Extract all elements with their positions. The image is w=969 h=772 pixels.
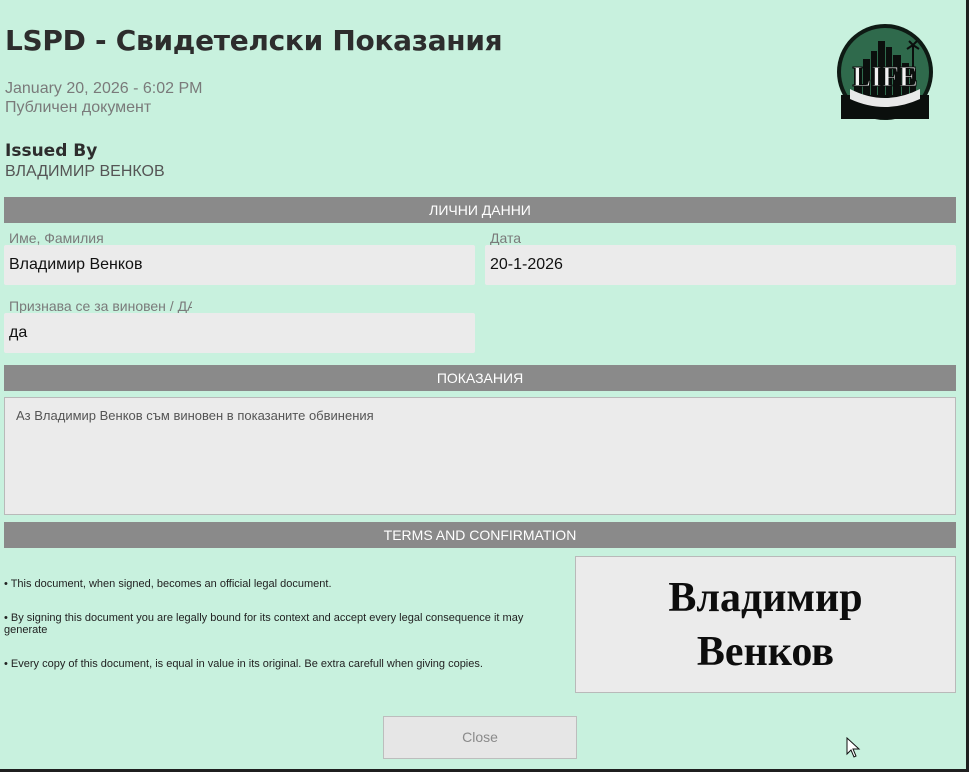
date-field[interactable]: 20-1-2026 — [485, 245, 956, 285]
name-field-label: Име, Фамилия — [9, 230, 104, 246]
guilty-field-label: Признава се за виновен / ДА — [9, 298, 192, 314]
section-header-terms: TERMS AND CONFIRMATION — [4, 522, 956, 548]
witness-statement-document: LSPD - Свидетелски Показания January 20,… — [0, 0, 969, 772]
terms-list: • This document, when signed, becomes an… — [4, 578, 559, 692]
close-button[interactable]: Close — [383, 716, 577, 759]
signature-box[interactable]: Владимир Венков — [575, 556, 956, 693]
date-field-label: Дата — [490, 230, 522, 246]
section-header-personal: ЛИЧНИ ДАННИ — [4, 197, 956, 223]
terms-item: • Every copy of this document, is equal … — [4, 658, 483, 670]
terms-item: • By signing this document you are legal… — [4, 612, 524, 636]
terms-item: • This document, when signed, becomes an… — [4, 578, 332, 590]
section-header-testimony: ПОКАЗАНИЯ — [4, 365, 956, 391]
signature-text: Владимир Венков — [668, 574, 863, 675]
guilty-field[interactable]: да — [4, 313, 475, 353]
name-field[interactable]: Владимир Венков — [4, 245, 475, 285]
logo-text: LIFE — [852, 62, 917, 93]
mouse-cursor-icon — [846, 737, 861, 758]
server-logo: LIFE — [837, 24, 933, 120]
testimony-textarea[interactable]: Аз Владимир Венков съм виновен в показан… — [4, 397, 956, 515]
document-date: January 20, 2026 - 6:02 PM — [5, 80, 203, 97]
page-title: LSPD - Свидетелски Показания — [5, 24, 503, 57]
issued-by-label: Issued By — [5, 141, 98, 161]
document-visibility: Публичен документ — [5, 99, 152, 116]
issued-by-name: ВЛАДИМИР ВЕНКОВ — [5, 163, 165, 180]
